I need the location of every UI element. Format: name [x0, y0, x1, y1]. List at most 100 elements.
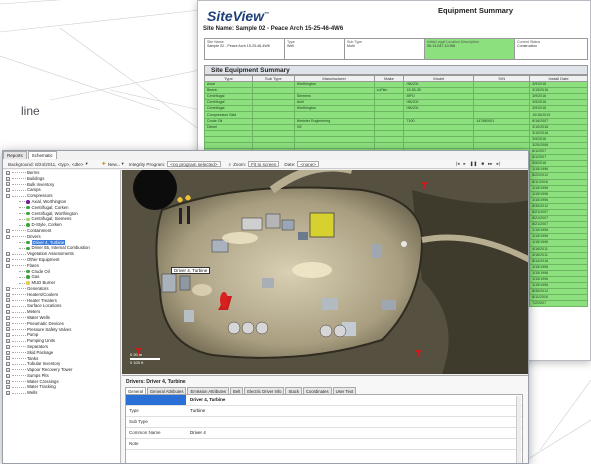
tree-connector	[19, 247, 25, 249]
expand-icon[interactable]: +	[6, 327, 10, 332]
tree-connector	[12, 230, 26, 232]
expand-icon[interactable]: +	[6, 228, 10, 233]
tree-connector	[12, 288, 26, 290]
details-value[interactable]: Driver 4, Turbine	[186, 395, 225, 405]
integrity-program: Integrity Program: <no program selected>	[129, 161, 221, 167]
expand-icon[interactable]: +	[6, 339, 10, 343]
tree-connector	[12, 189, 26, 191]
expand-icon[interactable]: +	[6, 298, 10, 303]
details-row: Note	[126, 439, 522, 450]
tree-connector	[12, 294, 26, 296]
status-dot-icon	[26, 281, 30, 285]
new-button[interactable]: ✚ New... ▾	[102, 161, 124, 167]
tree-connector	[19, 282, 25, 284]
stop-icon[interactable]: ■	[481, 161, 484, 167]
expand-icon[interactable]: +	[6, 385, 10, 390]
date-control: Date: <none>	[284, 161, 319, 167]
tree-connector	[19, 224, 25, 226]
tab-schematic[interactable]: Schematic	[27, 151, 57, 159]
expand-icon[interactable]: +	[6, 362, 10, 367]
integrity-program-select[interactable]: <no program selected>	[167, 161, 221, 167]
details-key: Sub Type	[129, 419, 148, 424]
status-dot-icon	[26, 211, 30, 216]
details-scrollbar[interactable]	[516, 396, 521, 463]
pause-icon[interactable]: ❚❚	[470, 161, 478, 167]
status-dot-icon	[26, 200, 30, 204]
tree-connector	[12, 299, 26, 301]
expand-icon[interactable]: +	[6, 391, 10, 396]
zoom-control: ⌕ Zoom: Fit to screen	[229, 161, 280, 167]
collapse-icon[interactable]: −	[6, 263, 10, 268]
tree-connector	[12, 357, 26, 359]
report-title: Equipment Summary	[438, 6, 514, 15]
expand-icon[interactable]: +	[6, 252, 10, 257]
expand-icon[interactable]: +	[6, 304, 10, 309]
expand-icon[interactable]: +	[6, 356, 10, 361]
details-key: Note	[129, 441, 139, 446]
expand-icon[interactable]: +	[6, 315, 10, 320]
background-selector[interactable]: Background: 8/24/2011, <typ>, <dte> ▾	[8, 161, 88, 167]
next-icon[interactable]: ▸▸	[488, 161, 493, 167]
info-cell-location: Initial Legal Location Description 05-13-…	[425, 39, 515, 59]
details-value[interactable]	[186, 417, 190, 427]
date-select[interactable]: <none>	[297, 161, 319, 167]
schematic-toolbar: Background: 8/24/2011, <typ>, <dte> ▾ ✚ Ne…	[3, 160, 528, 169]
tree-connector	[19, 218, 25, 220]
status-dot-icon	[26, 246, 30, 250]
details-value[interactable]: Driver 4	[186, 428, 206, 438]
expand-icon[interactable]: +	[6, 379, 10, 384]
tree-connector	[19, 212, 25, 214]
tree-connector	[12, 183, 26, 185]
details-row: Common Name Driver 4	[126, 428, 522, 439]
details-row: Type Turbine	[126, 406, 522, 417]
expand-icon[interactable]: +	[6, 182, 10, 187]
info-cell-site-name: Site Name Sample 02 - Peace Arch 15-25-46…	[205, 39, 285, 59]
tab-reports[interactable]: Reports	[3, 151, 27, 159]
expand-icon[interactable]: +	[6, 170, 10, 175]
siteview-logo: SiteView™	[207, 8, 270, 24]
tree-connector	[12, 346, 26, 348]
details-value[interactable]	[186, 439, 190, 449]
new-icon: ✚	[101, 161, 106, 166]
tree-folder-item[interactable]: + Wells	[3, 390, 120, 396]
status-dot-icon	[26, 205, 30, 210]
tree-connector	[12, 323, 26, 325]
tree-connector	[12, 265, 26, 267]
expand-icon[interactable]: +	[6, 321, 10, 326]
view-tabs: Reports Schematic	[3, 151, 58, 159]
expand-icon[interactable]: +	[6, 373, 10, 378]
tree-connector	[12, 381, 26, 383]
expand-icon[interactable]: +	[6, 367, 10, 372]
tree-connector	[12, 328, 26, 330]
expand-icon[interactable]: +	[6, 188, 10, 193]
tree-connector	[12, 317, 26, 319]
tree-item-label: Wells	[27, 390, 38, 396]
expand-icon[interactable]: +	[6, 257, 10, 262]
expand-icon[interactable]: +	[6, 292, 10, 297]
collapse-icon[interactable]: −	[6, 234, 10, 239]
last-icon[interactable]: ▸|	[497, 161, 500, 167]
zoom-select[interactable]: Fit to screen	[248, 161, 280, 167]
details-value[interactable]: Turbine	[186, 406, 205, 416]
expand-icon[interactable]: +	[6, 310, 10, 315]
details-key: Common Name	[129, 430, 161, 435]
expand-icon[interactable]: +	[6, 286, 10, 291]
collapse-icon[interactable]: −	[6, 194, 10, 199]
first-icon[interactable]: |◂	[456, 161, 459, 167]
tree-connector	[12, 340, 26, 342]
schematic-map-view[interactable]: Driver 4, Turbine 0 20 m 0 100 ft	[122, 170, 528, 374]
status-dot-icon	[26, 269, 30, 274]
tree-connector	[12, 178, 26, 180]
map-tooltip: Driver 4, Turbine	[171, 267, 211, 274]
expand-icon[interactable]: +	[6, 176, 10, 181]
tree-connector	[19, 276, 25, 278]
status-dot-icon	[26, 217, 30, 222]
expand-icon[interactable]: +	[6, 333, 10, 338]
status-dot-icon	[26, 275, 30, 279]
siteview-app-window: Reports Schematic Background: 8/24/2011,…	[2, 150, 529, 464]
play-icon[interactable]: ▸	[464, 161, 466, 167]
info-cell-type: Type Well	[285, 39, 345, 59]
expand-icon[interactable]: +	[6, 344, 10, 349]
expand-icon[interactable]: +	[6, 350, 10, 355]
compressor-building	[309, 212, 335, 238]
